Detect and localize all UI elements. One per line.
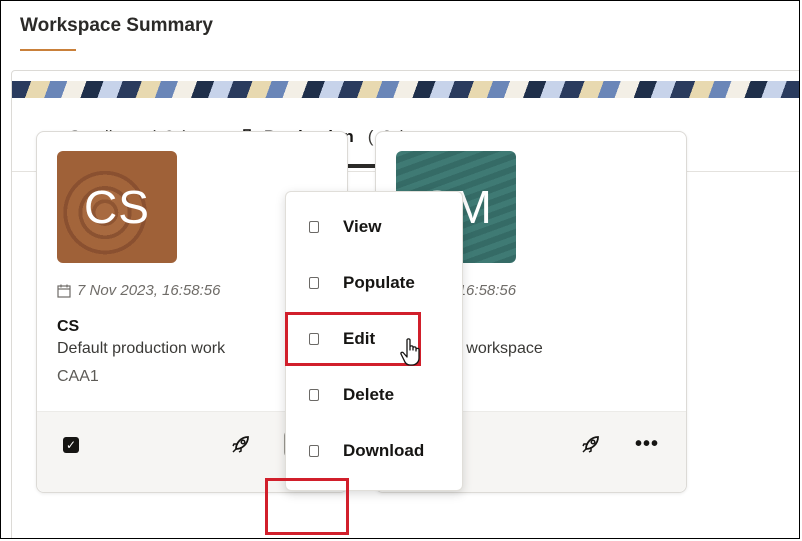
menu-item-icon (309, 221, 319, 233)
hand-cursor-icon (400, 338, 420, 366)
checkmark-icon: ✓ (66, 438, 77, 452)
more-actions-button[interactable]: ••• (627, 430, 667, 458)
avatar-initials: CS (84, 181, 150, 233)
decorative-banner (12, 81, 799, 98)
more-icon: ••• (634, 433, 659, 455)
menu-item-icon (309, 389, 319, 401)
select-checkbox[interactable]: ✓ (63, 437, 79, 453)
menu-item-icon (309, 445, 319, 457)
menu-item-delete[interactable]: Delete (286, 370, 462, 420)
card-description: Default production work (57, 340, 226, 357)
rocket-icon[interactable] (229, 432, 253, 456)
menu-item-label: View (343, 217, 382, 236)
avatar: CS (57, 151, 177, 263)
more-button-highlight (265, 478, 349, 535)
page-title: Workspace Summary (20, 15, 213, 36)
menu-item-view[interactable]: View (286, 202, 462, 252)
menu-item-label: Delete (343, 385, 395, 404)
app-frame: Workspace Summary Sandbox ( 2 ) Producti… (0, 0, 800, 539)
rocket-icon[interactable] (579, 432, 603, 456)
card-code: CAA1 (57, 368, 99, 385)
title-underline (20, 49, 76, 51)
menu-item-populate[interactable]: Populate (286, 258, 462, 308)
menu-item-label: Download (343, 441, 425, 460)
menu-item-label: Populate (343, 273, 415, 292)
menu-item-icon (309, 277, 319, 289)
card-date-text: 7 Nov 2023, 16:58:56 (77, 282, 221, 299)
card-name: CS (57, 318, 80, 335)
calendar-icon (57, 284, 71, 298)
menu-item-download[interactable]: Download (286, 426, 462, 476)
card-date: 7 Nov 2023, 16:58:56 (57, 282, 220, 299)
